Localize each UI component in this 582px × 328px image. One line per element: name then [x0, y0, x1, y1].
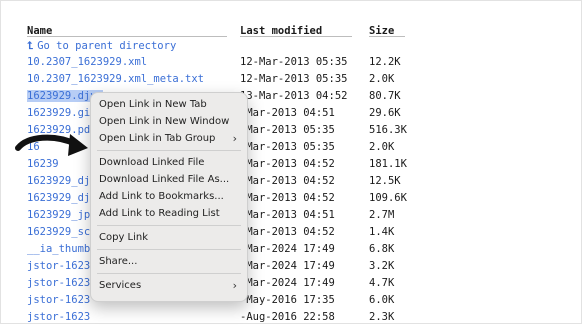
table-row: __ia_thumb -Mar-2024 17:49 6.8K	[0, 243, 582, 260]
table-row: 1623929_dj -Mar-2013 04:52 12.5K	[0, 175, 582, 192]
menu-item-label: Copy Link	[99, 232, 149, 243]
table-row: 1623929_dj -Mar-2013 04:52 109.6K	[0, 192, 582, 209]
modified-date: 13-Mar-2013 04:52	[240, 90, 348, 102]
table-row: 1623929.gi -Mar-2013 04:51 29.6K	[0, 107, 582, 124]
menu-item-label: Open Link in New Window	[99, 116, 230, 127]
file-link[interactable]: jstor-1623	[27, 311, 90, 323]
header-rule-modified	[240, 36, 352, 37]
table-row: 10.2307_1623929.xml 12-Mar-2013 05:35 12.2…	[0, 56, 582, 73]
file-link[interactable]: 10.2307_1623929.xml	[27, 56, 147, 68]
file-size: 12.5K	[369, 175, 401, 187]
menu-item-label: Download Linked File	[99, 157, 205, 168]
menu-separator	[97, 150, 241, 151]
file-size: 3.2K	[369, 260, 395, 272]
file-size: 2.0K	[369, 141, 395, 153]
menu-item-label: Add Link to Reading List	[99, 208, 220, 219]
file-size: 80.7K	[369, 90, 401, 102]
table-row: jstor-1623 -Mar-2024 17:49 4.7K	[0, 277, 582, 294]
file-size: 6.0K	[369, 294, 395, 306]
file-link[interactable]: jstor-1623	[27, 260, 90, 272]
file-size: 2.3K	[369, 311, 395, 323]
table-row: 1623929.djvu 13-Mar-2013 04:52 80.7K	[0, 90, 582, 107]
file-link[interactable]: 10.2307_1623929.xml_meta.txt	[27, 73, 204, 85]
header-rule-size	[369, 36, 405, 37]
file-size: 6.8K	[369, 243, 395, 255]
up-arrow-icon: ⮤	[27, 40, 34, 52]
header-rule-name	[27, 36, 227, 37]
modified-date: 12-Mar-2013 05:35	[240, 56, 348, 68]
modified-date: -Mar-2013 04:52	[240, 192, 335, 204]
menu-download-linked-file[interactable]: Download Linked File	[99, 155, 239, 171]
table-row: 1623929_sc -Mar-2013 04:52 1.4K	[0, 226, 582, 243]
file-size: 109.6K	[369, 192, 407, 204]
file-size: 29.6K	[369, 107, 401, 119]
modified-date: -Mar-2013 05:35	[240, 141, 335, 153]
file-size: 2.7M	[369, 209, 395, 221]
table-row: jstor-1623 -Mar-2024 17:49 3.2K	[0, 260, 582, 277]
menu-open-tab-group[interactable]: Open Link in Tab Group ›	[99, 131, 239, 147]
modified-date: -Mar-2013 04:51	[240, 107, 335, 119]
menu-copy-link[interactable]: Copy Link	[99, 230, 239, 246]
menu-add-to-bookmarks[interactable]: Add Link to Bookmarks...	[99, 189, 239, 205]
file-size: 181.1K	[369, 158, 407, 170]
chevron-right-icon: ›	[232, 279, 237, 292]
file-size: 4.7K	[369, 277, 395, 289]
file-size: 12.2K	[369, 56, 401, 68]
curved-arrow-icon	[15, 134, 88, 156]
file-link[interactable]: __ia_thumb	[27, 243, 90, 255]
modified-date: 12-Mar-2013 05:35	[240, 73, 348, 85]
modified-date: -Mar-2024 17:49	[240, 243, 335, 255]
table-row: jstor-1623 -Aug-2016 22:58 2.3K	[0, 311, 582, 328]
table-row: 1623929_jp -Mar-2013 04:51 2.7M	[0, 209, 582, 226]
menu-item-label: Share...	[99, 256, 138, 267]
menu-item-label: Add Link to Bookmarks...	[99, 191, 224, 202]
file-link[interactable]: 1623929_dj	[27, 192, 90, 204]
file-size: 516.3K	[369, 124, 407, 136]
modified-date: -May-2016 17:35	[240, 294, 335, 306]
file-link[interactable]: 1623929.gi	[27, 107, 90, 119]
menu-open-new-window[interactable]: Open Link in New Window	[99, 114, 239, 130]
menu-add-to-reading-list[interactable]: Add Link to Reading List	[99, 206, 239, 222]
parent-directory-link[interactable]: ⮤ Go to parent directory	[27, 40, 176, 53]
file-link[interactable]: jstor-1623	[27, 294, 90, 306]
file-size: 2.0K	[369, 73, 395, 85]
menu-share[interactable]: Share...	[99, 254, 239, 270]
menu-item-label: Open Link in Tab Group	[99, 133, 216, 144]
menu-item-label: Services	[99, 280, 142, 291]
menu-separator	[97, 249, 241, 250]
menu-item-label: Open Link in New Tab	[99, 99, 207, 110]
file-link[interactable]: 1623929_sc	[27, 226, 90, 238]
table-row: 10.2307_1623929.xml_meta.txt 12-Mar-2013 …	[0, 73, 582, 90]
modified-date: -Aug-2016 22:58	[240, 311, 335, 323]
menu-open-new-tab[interactable]: Open Link in New Tab	[99, 97, 239, 113]
file-link[interactable]: 1623929_jp	[27, 209, 90, 221]
menu-item-label: Download Linked File As...	[99, 174, 230, 185]
modified-date: -Mar-2013 04:52	[240, 175, 335, 187]
menu-separator	[97, 273, 241, 274]
modified-date: -Mar-2024 17:49	[240, 277, 335, 289]
parent-directory-label: Go to parent directory	[37, 40, 177, 52]
modified-date: -Mar-2013 04:51	[240, 209, 335, 221]
chevron-right-icon: ›	[232, 132, 237, 145]
file-link[interactable]: 1623929_dj	[27, 175, 90, 187]
menu-download-linked-file-as[interactable]: Download Linked File As...	[99, 172, 239, 188]
menu-separator	[97, 225, 241, 226]
modified-date: -Mar-2013 04:52	[240, 158, 335, 170]
table-row: jstor-1623 -May-2016 17:35 6.0K	[0, 294, 582, 311]
file-size: 1.4K	[369, 226, 395, 238]
modified-date: -Mar-2013 05:35	[240, 124, 335, 136]
context-menu: Open Link in New Tab Open Link in New Win…	[90, 92, 248, 302]
file-link[interactable]: jstor-1623	[27, 277, 90, 289]
modified-date: -Mar-2024 17:49	[240, 260, 335, 272]
menu-services[interactable]: Services ›	[99, 278, 239, 294]
modified-date: -Mar-2013 04:52	[240, 226, 335, 238]
